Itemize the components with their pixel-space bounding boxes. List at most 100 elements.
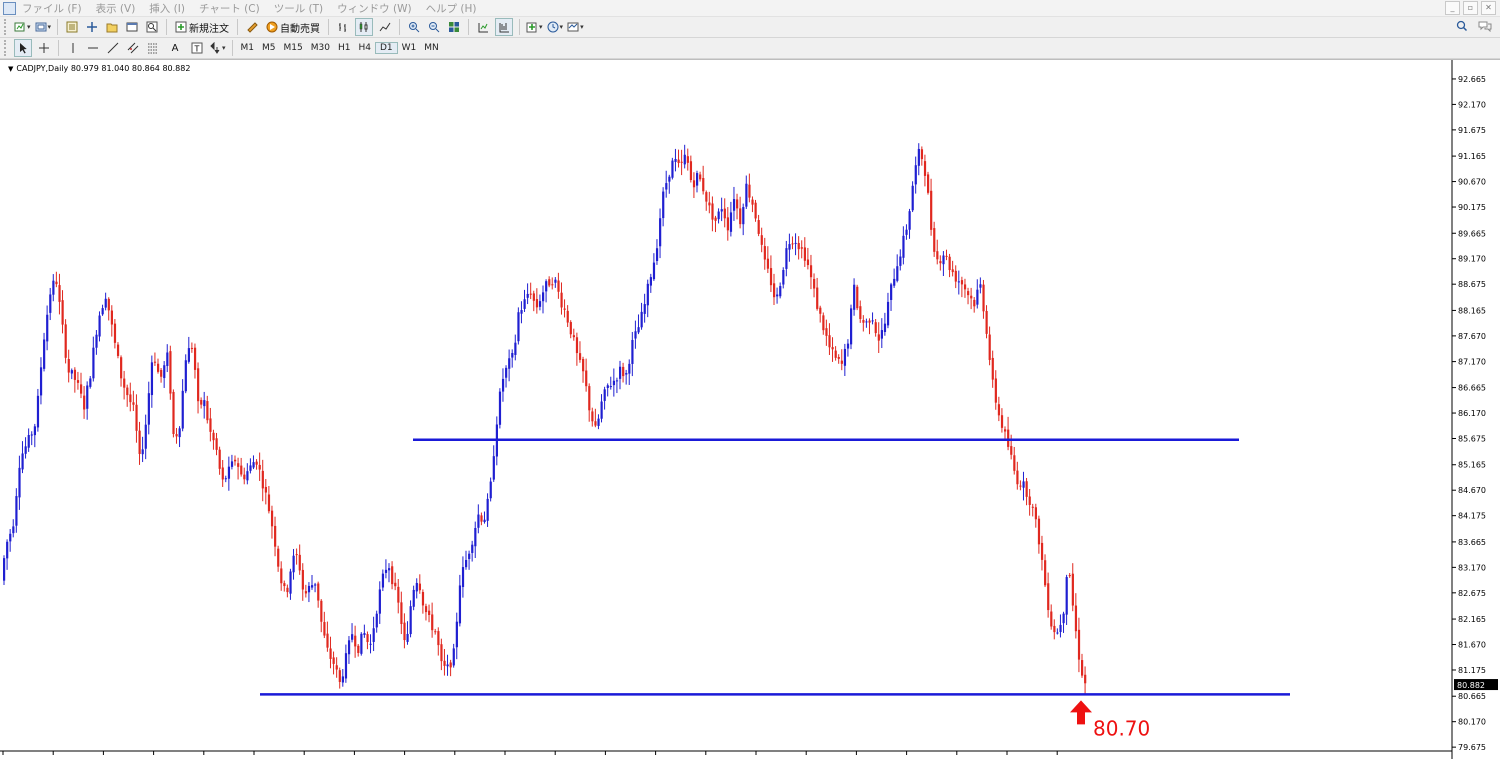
new-order-button[interactable]: 新規注文: [173, 19, 231, 35]
candle-bull: [1022, 481, 1025, 488]
timeframe-mn[interactable]: MN: [420, 43, 443, 53]
price-tick-label: 87.170: [1458, 358, 1486, 367]
chart-collapse-icon[interactable]: ▼: [8, 65, 13, 73]
menu-item[interactable]: ツール (T): [274, 1, 323, 16]
market-watch-icon[interactable]: [64, 19, 80, 35]
toolbar-right-buttons: [1456, 17, 1492, 37]
candle-bear: [920, 149, 924, 160]
search-icon[interactable]: [1456, 20, 1468, 35]
candle-bear: [686, 156, 689, 163]
candle-bear: [61, 300, 64, 325]
candle-bull: [144, 424, 147, 449]
line-studies-toolbar: A T ▾ M1 M5 M15 M30 H1 H4 D1 W1 MN: [0, 38, 1500, 59]
timeframe-d1[interactable]: D1: [374, 42, 398, 54]
candle-bear: [240, 465, 243, 475]
auto-trading-button[interactable]: 自動売買: [264, 19, 322, 35]
timeframe-m15[interactable]: M15: [280, 43, 307, 53]
cursor-icon[interactable]: [14, 39, 32, 57]
chart-header: ▼ CADJPY,Daily 80.979 81.040 80.864 80.88…: [8, 64, 190, 73]
chat-icon[interactable]: [1478, 20, 1492, 35]
candle-bear: [797, 242, 800, 250]
candle-bear: [323, 622, 326, 636]
candlestick-icon[interactable]: [355, 18, 374, 36]
price-chart[interactable]: 92.665 92.170 91.675 91.165 90.670 90.175 89.6…: [0, 60, 1500, 762]
candle-bear: [274, 525, 277, 547]
candle-bull: [341, 676, 344, 683]
candle-bear: [736, 199, 739, 209]
metaeditor-icon[interactable]: [244, 19, 260, 35]
candle-bear: [1077, 629, 1081, 660]
crosshair-icon[interactable]: [36, 40, 52, 56]
zoom-in-icon[interactable]: [406, 19, 422, 35]
data-window-icon[interactable]: [84, 19, 100, 35]
candle-bull: [917, 148, 920, 166]
timeframe-m5[interactable]: M5: [258, 43, 280, 53]
new-chart-button[interactable]: ▾: [14, 19, 31, 35]
navigator-icon[interactable]: [104, 19, 120, 35]
candle-bull: [30, 434, 33, 436]
equidistant-channel-icon[interactable]: [125, 40, 141, 56]
candle-bull: [486, 498, 489, 521]
candle-bear: [699, 174, 702, 180]
timeframe-h1[interactable]: H1: [334, 43, 355, 53]
candle-bear: [280, 568, 283, 584]
profiles-button[interactable]: ▾: [35, 19, 51, 35]
candle-bear: [298, 554, 301, 571]
candle-bull: [794, 242, 797, 244]
menu-item[interactable]: 表示 (V): [96, 1, 136, 16]
candle-bear: [428, 610, 431, 616]
candle-bear: [585, 370, 588, 387]
tile-windows-icon[interactable]: [446, 19, 462, 35]
candle-bull: [101, 308, 104, 315]
menu-item[interactable]: チャート (C): [199, 1, 260, 16]
candle-bear: [120, 357, 123, 379]
menu-item[interactable]: ウィンドウ (W): [337, 1, 411, 16]
menu-item[interactable]: ヘルプ (H): [426, 1, 477, 16]
candle-bull: [554, 279, 557, 283]
terminal-icon[interactable]: [124, 19, 140, 35]
candle-bull: [905, 229, 908, 235]
timeframe-m1[interactable]: M1: [237, 43, 259, 53]
menu-item[interactable]: ファイル (F): [22, 1, 82, 16]
candle-bear: [1025, 481, 1028, 497]
vertical-line-icon[interactable]: [65, 40, 81, 56]
separator: [166, 19, 168, 35]
candle-bear: [317, 583, 320, 601]
candle-bull: [307, 585, 311, 593]
arrows-button[interactable]: ▾: [209, 40, 226, 56]
timeframe-h4[interactable]: H4: [354, 43, 375, 53]
bar-chart-icon[interactable]: [335, 19, 351, 35]
candle-bear: [773, 283, 776, 298]
trendline-icon[interactable]: [105, 40, 121, 56]
fibonacci-icon[interactable]: [145, 40, 161, 56]
chart-shift-icon[interactable]: [475, 19, 491, 35]
candle-bear: [326, 633, 329, 648]
chart-info-text: CADJPY,Daily 80.979 81.040 80.864 80.882: [16, 64, 191, 73]
candle-bull: [853, 284, 856, 310]
timeframe-w1[interactable]: W1: [398, 43, 421, 53]
text-tool-button[interactable]: A: [165, 40, 185, 56]
zoom-out-icon[interactable]: [426, 19, 442, 35]
auto-scroll-icon[interactable]: [495, 18, 514, 36]
price-tick-label: 89.170: [1458, 255, 1486, 264]
chart-window[interactable]: ▼ CADJPY,Daily 80.979 81.040 80.864 80.88…: [0, 59, 1500, 762]
candle-bull: [150, 362, 154, 396]
periods-button[interactable]: ▾: [547, 19, 563, 35]
candle-bear: [270, 510, 274, 527]
line-chart-icon[interactable]: [377, 19, 393, 35]
restore-button[interactable]: ▫: [1463, 1, 1478, 15]
close-button[interactable]: ✕: [1481, 1, 1496, 15]
minimize-button[interactable]: _: [1445, 1, 1460, 15]
text-label-icon[interactable]: T: [189, 40, 205, 56]
menu-bar: ファイル (F) 表示 (V) 挿入 (I) チャート (C) ツール (T) ウィンドウ…: [0, 0, 1500, 17]
horizontal-line-icon[interactable]: [85, 40, 101, 56]
menu-item[interactable]: 挿入 (I): [149, 1, 185, 16]
candle-bull: [21, 453, 24, 470]
indicators-button[interactable]: ▾: [526, 19, 543, 35]
strategy-tester-icon[interactable]: [144, 19, 160, 35]
candle-bear: [816, 287, 819, 309]
templates-button[interactable]: ▾: [567, 19, 584, 35]
candle-bear: [960, 280, 964, 285]
timeframe-m30[interactable]: M30: [307, 43, 334, 53]
window-controls: _ ▫ ✕: [1445, 1, 1496, 15]
